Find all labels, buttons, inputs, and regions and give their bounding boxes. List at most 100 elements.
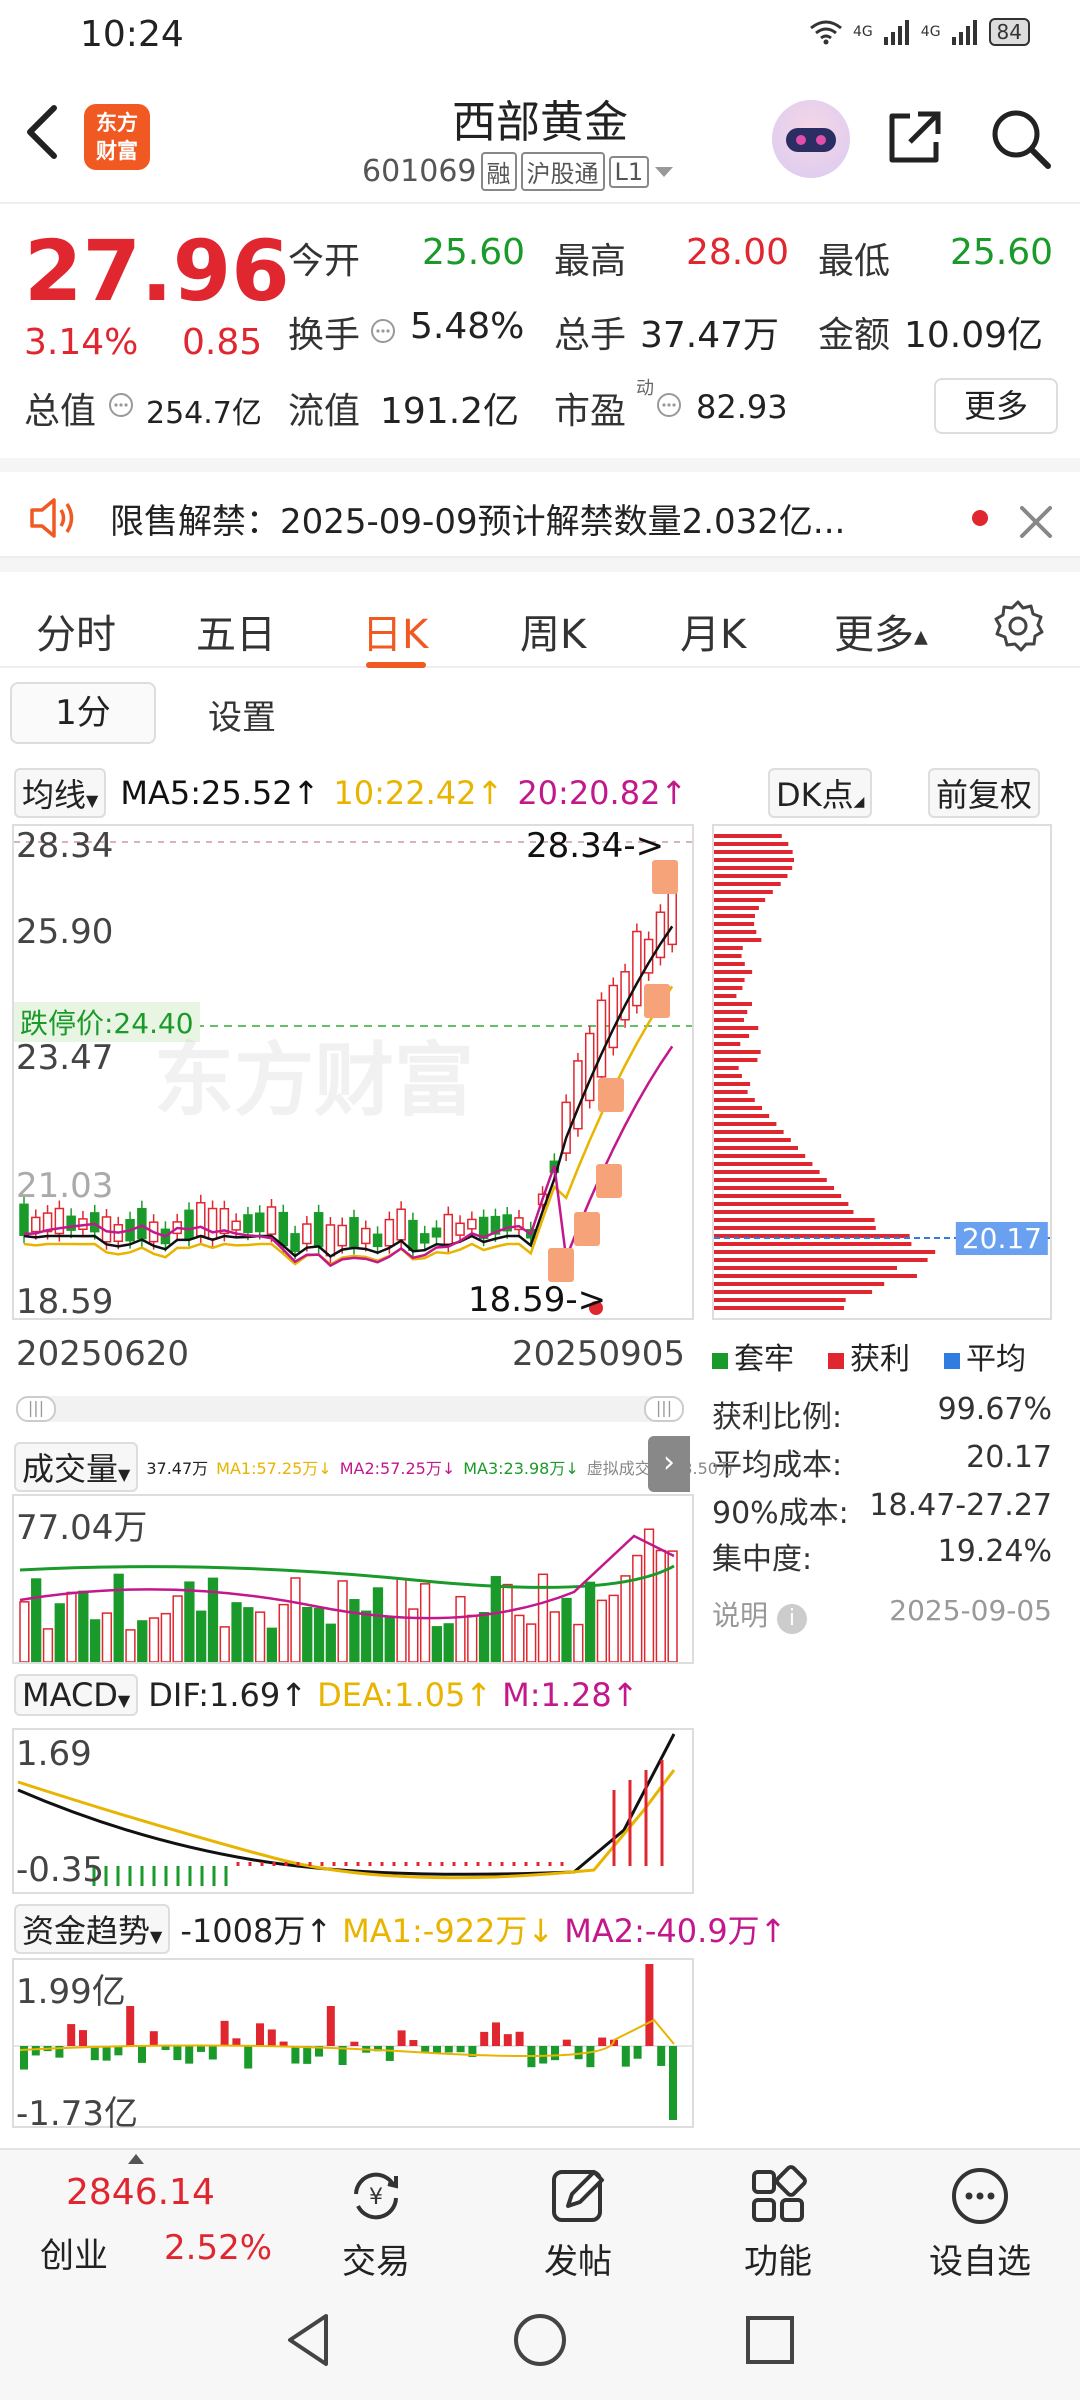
candle bbox=[302, 1223, 312, 1245]
chart-settings-button[interactable]: 设置 bbox=[208, 690, 276, 739]
app-logo[interactable]: 东方 财富 bbox=[84, 104, 150, 170]
volume-bar bbox=[254, 1611, 266, 1663]
back-triangle-icon[interactable] bbox=[280, 2310, 336, 2370]
fund-value: -1008万↑ bbox=[180, 1912, 333, 1950]
candle bbox=[384, 1218, 395, 1247]
gear-icon[interactable] bbox=[990, 598, 1046, 654]
nav-trade[interactable]: ¥ 交易 bbox=[306, 2164, 446, 2283]
scroll-handle-right[interactable]: ||| bbox=[644, 1396, 684, 1422]
signal-icon-2 bbox=[951, 20, 977, 45]
candle bbox=[254, 1212, 265, 1233]
fund-bar bbox=[303, 2046, 312, 2064]
signal-icon-1 bbox=[883, 20, 909, 45]
wifi-icon bbox=[810, 20, 842, 45]
battery-icon: 84 bbox=[988, 18, 1030, 46]
nav-post[interactable]: 发帖 bbox=[508, 2164, 648, 2283]
fund-bar bbox=[67, 2024, 76, 2046]
fund-bar bbox=[185, 2046, 194, 2064]
distribution-bar bbox=[714, 1082, 751, 1086]
volume-bar bbox=[266, 1627, 278, 1663]
volume-bar bbox=[243, 1607, 254, 1663]
nav-add-watchlist[interactable]: 设自选 bbox=[910, 2164, 1050, 2283]
distribution-bar bbox=[714, 890, 773, 894]
stat-explain-row[interactable]: 说明 i 2025-09-05 bbox=[712, 1594, 1052, 1634]
y-label-low: 18.59 bbox=[16, 1282, 114, 1322]
y-label-mid1: 25.90 bbox=[16, 912, 114, 952]
volume-chart[interactable]: 77.04万 bbox=[12, 1494, 694, 1664]
mktcap-label: 总值 bbox=[24, 391, 97, 432]
unread-dot bbox=[972, 510, 988, 526]
kline-chart[interactable]: 28.34 25.90 23.47 21.03 18.59 28.34-> 18… bbox=[12, 824, 694, 1322]
notice-bar[interactable]: 限售解禁：2025-09-09预计解禁数量2.032亿... bbox=[0, 458, 1080, 558]
chart-scrollbar[interactable]: ||| ||| bbox=[16, 1396, 684, 1422]
interval-button[interactable]: 1分 bbox=[10, 682, 156, 744]
tab-daily-k[interactable]: 日K bbox=[362, 602, 428, 660]
caret-down-icon: ▼ bbox=[117, 1691, 131, 1710]
fund-trend-chart[interactable]: 1.99亿 -1.73亿 bbox=[12, 1958, 694, 2134]
tab-intraday[interactable]: 分时 bbox=[36, 602, 116, 660]
info-icon[interactable] bbox=[108, 392, 134, 418]
fund-ma1: MA1:-922万↓ bbox=[342, 1912, 555, 1950]
stat-profit-ratio: 获利比例: 99.67% bbox=[712, 1392, 1052, 1436]
volume-bar bbox=[325, 1623, 336, 1663]
index-value[interactable]: 2846.14 bbox=[66, 2172, 215, 2213]
stat-label: 集中度: bbox=[712, 1542, 813, 1577]
index-name[interactable]: 创业 bbox=[40, 2228, 108, 2277]
low-value: 25.60 bbox=[950, 232, 1054, 273]
info-icon[interactable] bbox=[370, 318, 396, 344]
macd-y-max: 1.69 bbox=[16, 1734, 92, 1774]
volume-select-label: 成交量 bbox=[22, 1450, 119, 1488]
dk-point-button[interactable]: DK点◢ bbox=[768, 768, 873, 818]
macd-dif-line bbox=[17, 1733, 676, 1876]
tab-more[interactable]: 更多▲ bbox=[834, 602, 928, 660]
recents-square-icon[interactable] bbox=[742, 2312, 798, 2368]
chip-distribution-chart[interactable]: 20.17 bbox=[712, 824, 1052, 1320]
tab-more-label: 更多 bbox=[834, 612, 914, 658]
ma-select[interactable]: 均线▼ bbox=[14, 768, 107, 818]
nav-add-watchlist-label: 设自选 bbox=[929, 2242, 1031, 2282]
corner-caret-icon: ◢ bbox=[853, 794, 865, 810]
active-tab-indicator bbox=[366, 662, 426, 668]
status-icons: 4G 4G 84 bbox=[809, 18, 1030, 46]
macd-chart[interactable]: 1.69 -0.35 bbox=[12, 1728, 694, 1894]
nav-functions-label: 功能 bbox=[744, 2242, 812, 2282]
legend-trapped: 套牢 bbox=[712, 1334, 794, 1378]
tab-monthly-k[interactable]: 月K bbox=[680, 602, 746, 660]
nav-functions[interactable]: 功能 bbox=[708, 2164, 848, 2283]
trade-icon: ¥ bbox=[354, 2172, 398, 2220]
scroll-handle-left[interactable]: ||| bbox=[16, 1396, 56, 1422]
index-percent[interactable]: 2.52% bbox=[164, 2228, 272, 2268]
more-quote-button[interactable]: 更多 bbox=[934, 378, 1058, 434]
distribution-bar bbox=[714, 1106, 762, 1110]
panel-expand-button[interactable]: › bbox=[648, 1436, 690, 1492]
change-percent: 3.14% bbox=[24, 322, 139, 363]
distribution-bar bbox=[714, 1122, 777, 1126]
adjust-button[interactable]: 前复权 bbox=[928, 768, 1041, 818]
macd-dea-line bbox=[17, 1769, 676, 1880]
close-icon[interactable] bbox=[1016, 502, 1056, 542]
distribution-bar bbox=[714, 1242, 912, 1246]
share-icon[interactable] bbox=[882, 106, 946, 170]
ai-assistant-icon[interactable] bbox=[772, 100, 850, 178]
distribution-bar bbox=[714, 1034, 750, 1038]
caret-up-icon: ▲ bbox=[914, 626, 928, 648]
fund-select[interactable]: 资金趋势▼ bbox=[14, 1904, 171, 1954]
tab-weekly-k[interactable]: 周K bbox=[520, 602, 586, 660]
caret-down-icon: ▼ bbox=[118, 1465, 131, 1484]
tab-five-day[interactable]: 五日 bbox=[196, 602, 276, 660]
distribution-bar bbox=[714, 1098, 755, 1102]
back-button[interactable] bbox=[22, 102, 72, 172]
home-circle-icon[interactable] bbox=[510, 2310, 570, 2370]
stock-code-row[interactable]: 601069 融 沪股通 L1 bbox=[362, 152, 675, 191]
chevron-left-icon bbox=[27, 105, 57, 159]
search-icon[interactable] bbox=[988, 106, 1052, 170]
mktcap-value: 254.7亿 bbox=[146, 396, 262, 431]
info-icon[interactable] bbox=[656, 392, 682, 418]
macd-select[interactable]: MACD▼ bbox=[14, 1674, 139, 1716]
volume-select[interactable]: 成交量▼ bbox=[14, 1442, 139, 1492]
distribution-bar bbox=[714, 1058, 758, 1062]
ma5-value: MA5:25.52↑ bbox=[120, 774, 320, 812]
fund-bar bbox=[244, 2046, 253, 2069]
fund-bar bbox=[256, 2023, 264, 2046]
explain-link[interactable]: 说明 i bbox=[712, 1594, 807, 1634]
